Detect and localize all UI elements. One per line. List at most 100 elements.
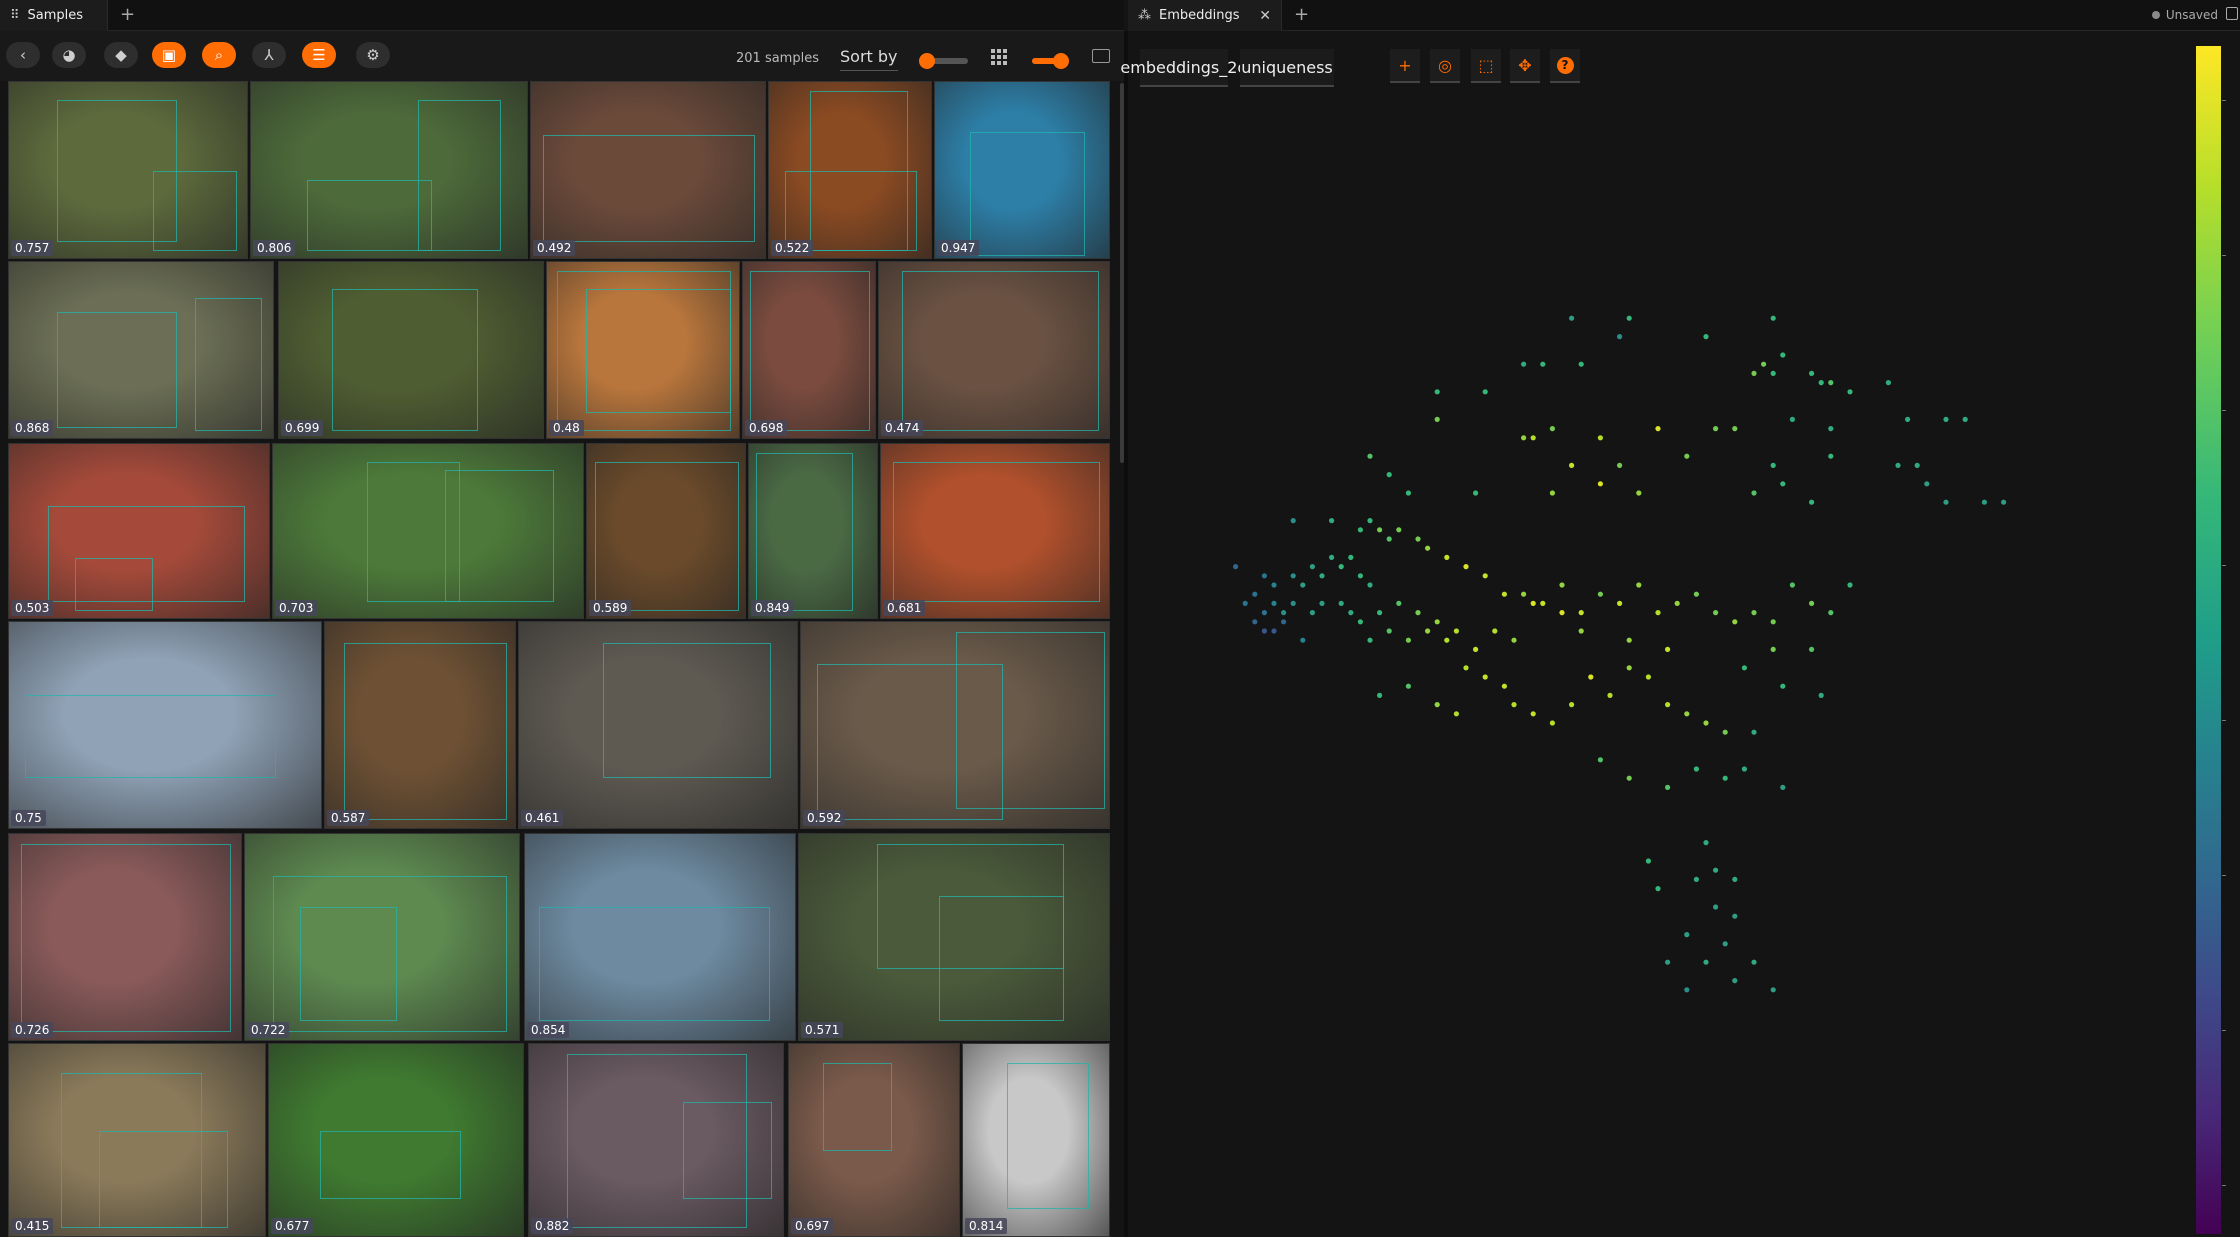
sample-tile[interactable]: 0.703	[272, 443, 584, 619]
add-tab-button[interactable]: +	[120, 6, 135, 24]
color-by-select[interactable]: uniqueness	[1240, 49, 1334, 87]
scatter-point[interactable]	[1319, 573, 1325, 579]
scatter-point[interactable]	[1713, 904, 1719, 910]
sample-tile[interactable]: 0.474	[878, 261, 1110, 439]
grid-size-slider[interactable]	[1032, 53, 1069, 69]
scatter-point[interactable]	[1559, 582, 1565, 588]
scatter-point[interactable]	[1482, 389, 1488, 395]
scatter-point[interactable]	[1549, 426, 1555, 432]
scatter-point[interactable]	[1722, 729, 1728, 735]
scatter-point[interactable]	[1434, 389, 1440, 395]
scatter-point[interactable]	[1597, 591, 1603, 597]
scatter-point[interactable]	[1751, 610, 1757, 616]
scatter-point[interactable]	[1905, 416, 1911, 422]
scatter-point[interactable]	[1501, 591, 1507, 597]
scatter-point[interactable]	[1789, 582, 1795, 588]
scatter-point[interactable]	[1281, 619, 1287, 625]
scatter-point[interactable]	[1703, 720, 1709, 726]
add-panel-button[interactable]: +	[1294, 6, 1309, 24]
scatter-point[interactable]	[1434, 702, 1440, 708]
scatter-point[interactable]	[1482, 674, 1488, 680]
scatter-point[interactable]	[1636, 490, 1642, 496]
scatter-point[interactable]	[1597, 481, 1603, 487]
scatter-point[interactable]	[1809, 370, 1815, 376]
scatter-point[interactable]	[1357, 619, 1363, 625]
scatter-point[interactable]	[1377, 610, 1383, 616]
scatter-point[interactable]	[1348, 610, 1354, 616]
scatter-point[interactable]	[1617, 334, 1623, 340]
scatter-point[interactable]	[1665, 784, 1671, 791]
scatter-point[interactable]	[1732, 913, 1738, 919]
scatter-point[interactable]	[1674, 600, 1680, 607]
sample-tile[interactable]: 0.849	[748, 443, 878, 619]
scatter-point[interactable]	[1818, 380, 1824, 386]
scatter-point[interactable]	[2001, 499, 2007, 505]
scatter-point[interactable]	[1348, 554, 1354, 561]
scatter-point[interactable]	[1703, 959, 1709, 965]
scatter-point[interactable]	[1597, 435, 1603, 441]
scatter-point[interactable]	[1434, 619, 1440, 625]
scatter-point[interactable]	[1655, 426, 1661, 432]
scatter-point[interactable]	[1482, 573, 1488, 579]
scatter-point[interactable]	[1261, 628, 1267, 634]
scatter-point[interactable]	[1357, 573, 1363, 579]
scatter-point[interactable]	[1741, 665, 1747, 671]
scatter-point[interactable]	[1434, 416, 1440, 422]
color-palette-button[interactable]: ◕	[52, 42, 86, 68]
scatter-point[interactable]	[1367, 637, 1373, 643]
scatter-point[interactable]	[1895, 462, 1901, 468]
scatter-point[interactable]	[1751, 490, 1757, 496]
scatter-point[interactable]	[1722, 775, 1728, 781]
sample-tile[interactable]: 0.698	[742, 261, 876, 439]
sample-tile[interactable]: 0.492	[530, 81, 766, 259]
scatter-point[interactable]	[1809, 646, 1815, 653]
scatter-point[interactable]	[1684, 932, 1690, 938]
scatter-point[interactable]	[1405, 683, 1411, 689]
scatter-point[interactable]	[1338, 564, 1344, 570]
scatter-point[interactable]	[1645, 858, 1651, 864]
scatter-point[interactable]	[1473, 490, 1479, 496]
scatter-point[interactable]	[1655, 886, 1661, 892]
scatter-point[interactable]	[1453, 711, 1459, 717]
scatter-point[interactable]	[1501, 683, 1507, 689]
zoom-slider[interactable]	[918, 53, 968, 69]
scatter-point[interactable]	[1405, 637, 1411, 643]
scatter-point[interactable]	[1578, 361, 1584, 367]
scatter-point[interactable]	[1511, 637, 1517, 643]
scatter-point[interactable]	[1732, 426, 1738, 432]
scatter-point[interactable]	[1943, 416, 1949, 422]
zoom-to-selection-button[interactable]: ◎	[1430, 49, 1460, 83]
scatter-point[interactable]	[1578, 628, 1584, 634]
scatter-point[interactable]	[1703, 840, 1709, 846]
scatter-point[interactable]	[1271, 600, 1277, 607]
sample-tile[interactable]: 0.677	[268, 1043, 524, 1237]
scatter-point[interactable]	[1626, 775, 1632, 781]
tab-embeddings[interactable]: ⁂ Embeddings ✕	[1128, 0, 1282, 31]
grid-scrollbar[interactable]	[1120, 83, 1124, 463]
scatter-point[interactable]	[1818, 692, 1824, 699]
scatter-point[interactable]	[1732, 619, 1738, 625]
scatter-point[interactable]	[1684, 987, 1690, 993]
scatter-point[interactable]	[1290, 573, 1296, 579]
settings-button[interactable]: ⚙	[356, 42, 390, 68]
sample-tile[interactable]: 0.947	[934, 81, 1110, 259]
sample-tile[interactable]: 0.814	[962, 1043, 1110, 1237]
scatter-point[interactable]	[1569, 702, 1575, 708]
scatter-point[interactable]	[1713, 867, 1719, 873]
scatter-point[interactable]	[1549, 490, 1555, 496]
sample-tile[interactable]: 0.699	[278, 261, 544, 439]
scatter-point[interactable]	[1415, 536, 1421, 542]
zoom-slider-knob[interactable]	[918, 53, 935, 69]
sample-tile[interactable]: 0.806	[250, 81, 528, 259]
scatter-point[interactable]	[1357, 527, 1363, 533]
scatter-point[interactable]	[1233, 564, 1239, 570]
scatter-point[interactable]	[1367, 453, 1373, 459]
scatter-point[interactable]	[1281, 610, 1287, 616]
scatter-point[interactable]	[1751, 370, 1757, 376]
scatter-point[interactable]	[1828, 610, 1834, 616]
scatter-point[interactable]	[1386, 628, 1392, 634]
sample-tile[interactable]: 0.415	[8, 1043, 266, 1237]
scatter-point[interactable]	[1329, 554, 1335, 561]
add-button[interactable]: +	[1390, 49, 1420, 83]
grid-view-icon[interactable]	[991, 49, 1007, 65]
